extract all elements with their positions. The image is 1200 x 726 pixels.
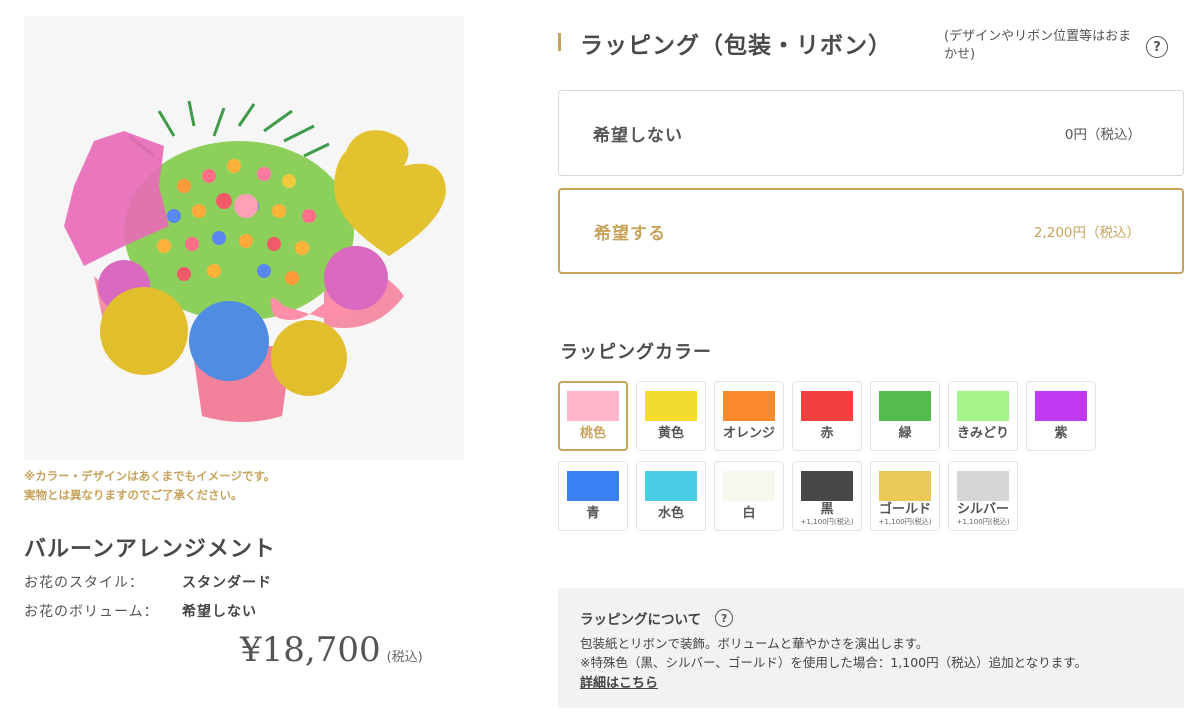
swatch-surcharge: +1,100円(税込): [956, 517, 1010, 526]
color-chip: [723, 391, 775, 421]
color-swatch-black[interactable]: 黒 +1,100円(税込): [792, 461, 862, 531]
spec-label: お花のスタイル：: [24, 575, 144, 591]
swatch-label: 緑: [898, 426, 912, 441]
option-label: 希望しない: [593, 125, 683, 146]
swatch-label: 黒: [820, 502, 834, 517]
option-label: 希望する: [594, 223, 666, 244]
option-price: 0円（税込）: [1064, 127, 1141, 143]
details-link[interactable]: 詳細はこちら: [580, 676, 658, 691]
swatch-label: 青: [586, 506, 600, 521]
price-tax-label: (税込): [386, 650, 423, 665]
help-icon[interactable]: ?: [1146, 36, 1168, 58]
info-title-row: ラッピングについて ?: [580, 608, 1162, 628]
color-chip: [879, 471, 931, 501]
color-swatch-white[interactable]: 白: [714, 461, 784, 531]
color-chip: [567, 391, 619, 421]
color-chip: [567, 471, 619, 501]
product-title: バルーンアレンジメント: [24, 537, 276, 562]
info-description: 包装紙とリボンで装飾。ボリュームと華やかさを演出します。 ※特殊色（黒、シルバー…: [580, 634, 1162, 672]
wrapping-option-none[interactable]: 希望しない 0円（税込）: [558, 90, 1184, 176]
spec-row-volume: お花のボリューム： 希望しない: [24, 601, 464, 621]
wrapping-header: ラッピング（包装・リボン） (デザインやリボン位置等はおまかせ) ?: [558, 24, 1184, 74]
swatch-label: 黄色: [657, 426, 684, 441]
swatch-label: ゴールド: [878, 502, 931, 517]
price-amount: ¥18,700: [240, 630, 381, 670]
product-panel: ※カラー・デザインはあくまでもイメージです。 実物とは異なりますのでご了承くださ…: [24, 16, 464, 621]
disclaimer-line-2: 実物とは異なりますのでご了承ください。: [24, 488, 243, 502]
color-chip: [957, 471, 1009, 501]
image-disclaimer: ※カラー・デザインはあくまでもイメージです。 実物とは異なりますのでご了承くださ…: [24, 467, 464, 505]
wrapping-option-yes[interactable]: 希望する 2,200円（税込）: [558, 188, 1184, 274]
wrapping-note: (デザインやリボン位置等はおまかせ): [944, 29, 1132, 62]
spec-row-style: お花のスタイル： スタンダード: [24, 572, 464, 592]
color-chip: [645, 471, 697, 501]
color-chip: [801, 391, 853, 421]
color-chip: [1035, 391, 1087, 421]
color-swatch-orange[interactable]: オレンジ: [714, 381, 784, 451]
color-chip: [957, 391, 1009, 421]
swatch-label: オレンジ: [722, 426, 775, 441]
color-chip: [645, 391, 697, 421]
info-title: ラッピングについて: [580, 612, 702, 628]
color-swatch-red[interactable]: 赤: [792, 381, 862, 451]
heading-accent-bar: [558, 33, 561, 51]
swatch-label: 桃色: [579, 426, 606, 441]
option-price: 2,200円（税込）: [1033, 225, 1140, 241]
wrapping-title: ラッピング（包装・リボン）: [580, 33, 892, 59]
swatch-label: 赤: [820, 426, 834, 441]
swatch-label: 水色: [657, 506, 684, 521]
swatch-surcharge: +1,100円(税込): [878, 517, 932, 526]
color-swatch-lime[interactable]: きみどり: [948, 381, 1018, 451]
help-icon[interactable]: ?: [715, 609, 734, 627]
color-swatch-yellow[interactable]: 黄色: [636, 381, 706, 451]
color-swatch-blue[interactable]: 青: [558, 461, 628, 531]
color-swatch-gold[interactable]: ゴールド +1,100円(税込): [870, 461, 940, 531]
color-swatch-silver[interactable]: シルバー +1,100円(税込): [948, 461, 1018, 531]
swatch-label: 紫: [1054, 426, 1068, 441]
swatch-label: シルバー: [956, 502, 1009, 517]
disclaimer-line-1: ※カラー・デザインはあくまでもイメージです。: [24, 469, 276, 483]
wrapping-panel: ラッピング（包装・リボン） (デザインやリボン位置等はおまかせ) ? 希望しない…: [558, 24, 1184, 708]
spec-value: 希望しない: [182, 604, 257, 620]
color-swatch-green[interactable]: 緑: [870, 381, 940, 451]
wrapping-color-title: ラッピングカラー: [560, 342, 712, 363]
swatch-surcharge: +1,100円(税込): [800, 517, 854, 526]
spec-label: お花のボリューム：: [24, 604, 159, 620]
swatch-label: きみどり: [956, 426, 1009, 441]
spec-value: スタンダード: [182, 575, 272, 591]
color-swatch-grid: 桃色 黄色 オレンジ 赤 緑 きみどり 紫 青 水色 白 黒 +1,100円(税…: [558, 381, 1118, 531]
color-chip: [801, 471, 853, 501]
balloon-arrangement-illustration: [64, 100, 446, 422]
swatch-label: 白: [742, 506, 756, 521]
color-swatch-light-blue[interactable]: 水色: [636, 461, 706, 531]
color-swatch-purple[interactable]: 紫: [1026, 381, 1096, 451]
info-line-2: ※特殊色（黒、シルバー、ゴールド）を使用した場合：1,100円（税込）追加となり…: [580, 655, 1088, 670]
product-image: [24, 16, 464, 460]
color-chip: [879, 391, 931, 421]
color-swatch-pink[interactable]: 桃色: [558, 381, 628, 451]
info-line-1: 包装紙とリボンで装飾。ボリュームと華やかさを演出します。: [580, 636, 929, 651]
product-price: ¥18,700 (税込): [240, 630, 423, 670]
color-chip: [723, 471, 775, 501]
wrapping-info-box: ラッピングについて ? 包装紙とリボンで装飾。ボリュームと華やかさを演出します。…: [558, 588, 1184, 708]
